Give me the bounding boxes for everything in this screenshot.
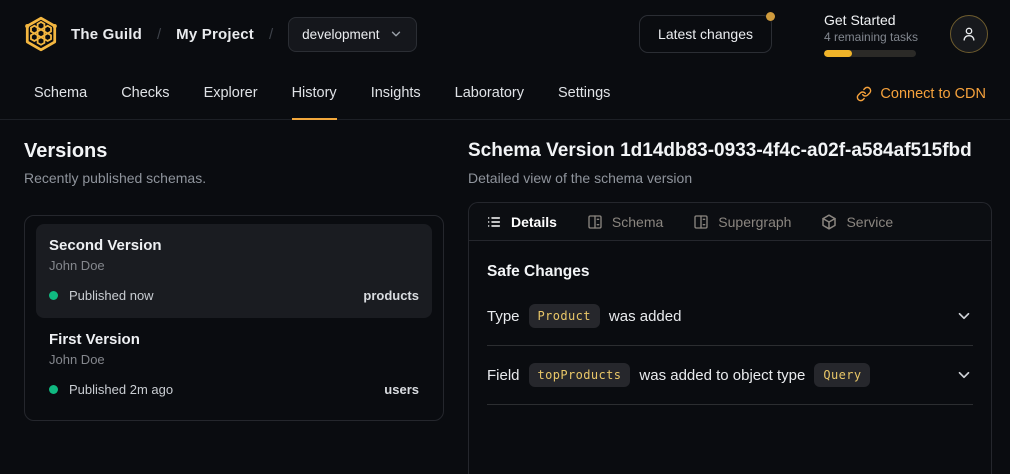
version-list-item[interactable]: Second Version John Doe Published now pr…	[36, 224, 432, 318]
published-status-icon	[49, 385, 58, 394]
version-status: Published 2m ago	[69, 382, 173, 397]
tab-checks[interactable]: Checks	[121, 68, 169, 120]
breadcrumb-separator: /	[269, 26, 273, 43]
detail-tab-bar: Details Schema Supergraph Service	[469, 203, 991, 241]
schema-version-detail-card: Details Schema Supergraph Service Safe C…	[468, 202, 992, 474]
versions-panel: Versions Recently published schemas. Sec…	[24, 140, 444, 474]
safe-changes-heading: Safe Changes	[487, 263, 973, 281]
chevron-down-icon[interactable]	[955, 366, 973, 384]
schema-version-title: Schema Version 1d14db83-0933-4f4c-a02f-a…	[468, 140, 992, 162]
breadcrumb: The Guild / My Project / development	[22, 15, 417, 53]
app-header: The Guild / My Project / development Lat…	[0, 0, 1010, 68]
breadcrumb-separator: /	[157, 26, 161, 43]
notification-dot	[766, 12, 775, 21]
project-nav: Schema Checks Explorer History Insights …	[0, 68, 1010, 120]
tab-details[interactable]: Details	[486, 214, 557, 230]
change-row[interactable]: Type Product was added	[487, 287, 973, 346]
latest-changes-label: Latest changes	[658, 26, 753, 42]
person-icon	[960, 25, 978, 43]
version-service: products	[363, 288, 419, 303]
published-status-icon	[49, 291, 58, 300]
link-icon	[856, 86, 872, 102]
org-name[interactable]: The Guild	[71, 26, 142, 43]
version-service: users	[384, 382, 419, 397]
list-icon	[486, 214, 502, 230]
versions-title: Versions	[24, 140, 444, 163]
detail-content: Safe Changes Type Product was added Fiel…	[469, 241, 991, 425]
connect-to-cdn-label: Connect to CDN	[880, 86, 986, 102]
version-name: Second Version	[49, 237, 419, 254]
change-code: Query	[814, 363, 870, 387]
version-name: First Version	[49, 331, 419, 348]
guild-logo-icon[interactable]	[22, 15, 60, 53]
target-selector[interactable]: development	[288, 17, 417, 52]
tab-schema-view[interactable]: Schema	[587, 214, 663, 230]
columns-icon	[693, 214, 709, 230]
schema-version-panel: Schema Version 1d14db83-0933-4f4c-a02f-a…	[468, 140, 992, 474]
columns-icon	[587, 214, 603, 230]
get-started-progress-fill	[824, 50, 852, 57]
latest-changes-button[interactable]: Latest changes	[639, 15, 772, 53]
get-started-subtitle: 4 remaining tasks	[824, 30, 924, 44]
schema-version-subtitle: Detailed view of the schema version	[468, 170, 992, 186]
tab-settings[interactable]: Settings	[558, 68, 610, 120]
tab-insights[interactable]: Insights	[371, 68, 421, 120]
version-author: John Doe	[49, 258, 419, 273]
version-author: John Doe	[49, 352, 419, 367]
chevron-down-icon[interactable]	[955, 307, 973, 325]
version-status: Published now	[69, 288, 154, 303]
change-suffix: was added to object type	[639, 367, 805, 384]
get-started-widget[interactable]: Get Started 4 remaining tasks	[824, 12, 924, 57]
get-started-progress-track	[824, 50, 916, 57]
target-selector-value: development	[302, 27, 379, 42]
change-prefix: Field	[487, 367, 520, 384]
change-code: topProducts	[529, 363, 631, 387]
tab-service[interactable]: Service	[821, 214, 893, 230]
cube-icon	[821, 214, 837, 230]
header-right: Latest changes Get Started 4 remaining t…	[639, 12, 988, 57]
user-avatar[interactable]	[950, 15, 988, 53]
project-name[interactable]: My Project	[176, 26, 254, 43]
change-suffix: was added	[609, 308, 682, 325]
connect-to-cdn-link[interactable]: Connect to CDN	[856, 68, 986, 119]
get-started-title: Get Started	[824, 12, 924, 28]
change-code: Product	[529, 304, 600, 328]
versions-subtitle: Recently published schemas.	[24, 170, 444, 186]
tab-supergraph[interactable]: Supergraph	[693, 214, 791, 230]
tab-laboratory[interactable]: Laboratory	[455, 68, 524, 120]
change-row[interactable]: Field topProducts was added to object ty…	[487, 346, 973, 405]
change-prefix: Type	[487, 308, 520, 325]
tab-explorer[interactable]: Explorer	[204, 68, 258, 120]
tab-schema[interactable]: Schema	[34, 68, 87, 120]
chevron-down-icon	[389, 27, 403, 41]
tab-history[interactable]: History	[292, 68, 337, 120]
versions-list: Second Version John Doe Published now pr…	[24, 215, 444, 421]
main-content: Versions Recently published schemas. Sec…	[0, 120, 1010, 474]
version-list-item[interactable]: First Version John Doe Published 2m ago …	[36, 318, 432, 412]
